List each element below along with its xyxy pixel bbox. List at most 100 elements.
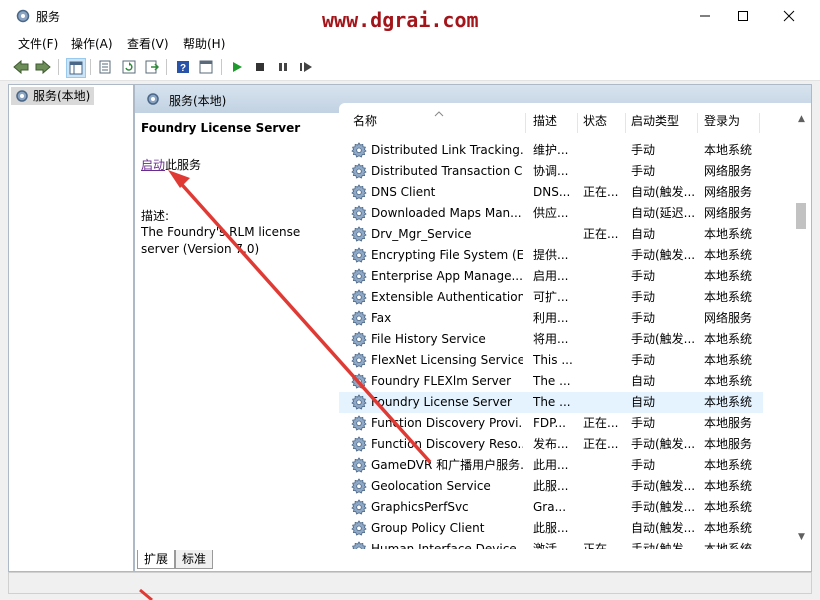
column-header-description[interactable]: 描述 bbox=[533, 103, 557, 129]
table-row[interactable]: FlexNet Licensing Service This ... 手动 本地系统 bbox=[339, 350, 763, 371]
service-logon-as: 本地系统 bbox=[704, 332, 753, 346]
table-row[interactable]: Foundry License Server The ... 自动 本地系统 bbox=[339, 392, 763, 413]
service-description: The ... bbox=[533, 374, 571, 388]
export-icon bbox=[145, 60, 159, 74]
service-description: 提供... bbox=[533, 248, 569, 262]
service-gear-icon bbox=[352, 541, 366, 549]
service-name: Drv_Mgr_Service bbox=[371, 227, 472, 241]
tab-standard[interactable]: 标准 bbox=[175, 550, 214, 569]
service-gear-icon bbox=[351, 373, 367, 389]
column-header-logon-as[interactable]: 登录为 bbox=[704, 103, 740, 129]
service-name: Geolocation Service bbox=[371, 479, 491, 493]
start-service-link[interactable]: 启动 bbox=[141, 158, 165, 172]
service-logon-as: 本地系统 bbox=[704, 395, 753, 409]
table-row[interactable]: Foundry FLEXlm Server The ... 自动 本地系统 bbox=[339, 371, 763, 392]
service-name: Foundry FLEXlm Server bbox=[371, 374, 512, 388]
start-service-button[interactable] bbox=[228, 58, 246, 76]
column-header-status[interactable]: 状态 bbox=[583, 103, 607, 129]
service-name: Distributed Link Tracking... bbox=[371, 143, 523, 157]
description-text: The Foundry's RLM license server (Versio… bbox=[141, 225, 301, 256]
vertical-scrollbar[interactable]: ▲ ▼ bbox=[793, 111, 810, 549]
table-row[interactable]: GameDVR 和广播用户服务... 此用... 手动 本地系统 bbox=[339, 455, 763, 476]
play-icon bbox=[233, 62, 242, 72]
service-gear-icon bbox=[351, 331, 367, 347]
menu-help[interactable]: 帮助(H) bbox=[183, 35, 225, 52]
service-name: Fax bbox=[371, 311, 392, 325]
console-view-icon bbox=[199, 60, 213, 74]
service-name: Enterprise App Manage... bbox=[371, 269, 523, 283]
service-name: Human Interface Device... bbox=[371, 542, 523, 549]
service-description: 利用... bbox=[533, 311, 569, 325]
properties-button[interactable] bbox=[96, 58, 114, 76]
table-row[interactable]: Encrypting File System (E... 提供... 手动(触发..… bbox=[339, 245, 763, 266]
service-status: 正在... bbox=[583, 227, 619, 241]
main-panel: 服务(本地) Foundry License Server 启动此服务 描述: … bbox=[134, 84, 812, 572]
scrollbar-thumb[interactable] bbox=[796, 203, 806, 229]
table-row[interactable]: GraphicsPerfSvc Gra... 手动(触发... 本地系统 bbox=[339, 497, 763, 518]
service-startup-type: 手动 bbox=[631, 416, 656, 430]
table-row[interactable]: Group Policy Client 此服... 自动(触发... 本地系统 bbox=[339, 518, 763, 539]
tab-extended[interactable]: 扩展 bbox=[137, 550, 176, 569]
table-row[interactable]: Function Discovery Reso... 发布... 正在... 手动(触… bbox=[339, 434, 763, 455]
console-view-button[interactable] bbox=[197, 58, 215, 76]
close-button[interactable] bbox=[766, 0, 812, 32]
service-status: 正在... bbox=[583, 437, 619, 451]
table-row[interactable]: Function Discovery Provi... FDP... 正在... 手动… bbox=[339, 413, 763, 434]
service-status: 正在... bbox=[583, 185, 619, 199]
table-row[interactable]: Distributed Transaction C... 协调... 手动 网络服务 bbox=[339, 161, 763, 182]
scroll-up-icon[interactable]: ▲ bbox=[793, 111, 810, 128]
svg-text:?: ? bbox=[180, 63, 186, 74]
service-description: Gra... bbox=[533, 500, 567, 514]
table-row[interactable]: Geolocation Service 此服... 手动(触发... 本地系统 bbox=[339, 476, 763, 497]
help-button[interactable]: ? bbox=[174, 58, 192, 76]
service-name: Downloaded Maps Man... bbox=[371, 206, 522, 220]
service-startup-type: 自动(触发... bbox=[631, 185, 695, 199]
menu-file[interactable]: 文件(F) bbox=[18, 35, 58, 52]
column-header-name[interactable]: 名称 bbox=[353, 103, 377, 129]
service-gear-icon bbox=[351, 184, 367, 200]
table-row[interactable]: Enterprise App Manage... 启用... 手动 本地系统 bbox=[339, 266, 763, 287]
column-header-startup-type[interactable]: 启动类型 bbox=[631, 103, 679, 129]
stop-service-button[interactable] bbox=[251, 58, 269, 76]
toolbar-separator bbox=[166, 59, 167, 75]
table-row[interactable]: Extensible Authentication... 可扩... 手动 本地系统 bbox=[339, 287, 763, 308]
service-description: 此服... bbox=[533, 521, 569, 535]
table-row[interactable]: Human Interface Device... 激活... 正在... 手动(触发… bbox=[339, 539, 763, 549]
panel-header-title: 服务(本地) bbox=[169, 94, 227, 108]
scroll-down-icon[interactable]: ▼ bbox=[793, 529, 810, 546]
service-name: GameDVR 和广播用户服务... bbox=[371, 458, 523, 472]
service-description: The ... bbox=[533, 395, 571, 409]
service-logon-as: 本地系统 bbox=[704, 248, 753, 262]
column-divider bbox=[697, 113, 698, 133]
table-row[interactable]: DNS Client DNS... 正在... 自动(触发... 网络服务 bbox=[339, 182, 763, 203]
refresh-button[interactable] bbox=[120, 58, 138, 76]
service-description: 启用... bbox=[533, 269, 569, 283]
service-logon-as: 网络服务 bbox=[704, 164, 753, 178]
menu-action[interactable]: 操作(A) bbox=[71, 35, 113, 52]
service-name: Extensible Authentication... bbox=[371, 290, 523, 304]
service-name: Foundry License Server bbox=[371, 395, 512, 409]
table-row[interactable]: File History Service 将用... 手动(触发... 本地系统 bbox=[339, 329, 763, 350]
toolbar-separator bbox=[221, 59, 222, 75]
service-startup-type: 手动 bbox=[631, 164, 656, 178]
tree-node-services-local[interactable]: 服务(本地) bbox=[11, 87, 95, 105]
back-button[interactable] bbox=[12, 58, 30, 76]
forward-button[interactable] bbox=[34, 58, 52, 76]
table-row[interactable]: Fax 利用... 手动 网络服务 bbox=[339, 308, 763, 329]
show-console-tree-button[interactable] bbox=[66, 58, 86, 78]
restart-service-button[interactable] bbox=[297, 58, 315, 76]
menu-view[interactable]: 查看(V) bbox=[127, 35, 169, 52]
pause-service-button[interactable] bbox=[274, 58, 292, 76]
service-logon-as: 本地系统 bbox=[704, 269, 753, 283]
service-logon-as: 本地系统 bbox=[704, 479, 753, 493]
stop-icon bbox=[256, 63, 264, 71]
service-description: 供应... bbox=[533, 206, 569, 220]
toolbar-separator bbox=[58, 59, 59, 75]
export-list-button[interactable] bbox=[143, 58, 161, 76]
table-row[interactable]: Downloaded Maps Man... 供应... 自动(延迟... 网络服务 bbox=[339, 203, 763, 224]
maximize-button[interactable] bbox=[720, 0, 766, 32]
table-row[interactable]: Drv_Mgr_Service 正在... 自动 本地系统 bbox=[339, 224, 763, 245]
table-row[interactable]: Distributed Link Tracking... 维护... 手动 本地系统 bbox=[339, 140, 763, 161]
service-logon-as: 本地系统 bbox=[704, 353, 753, 367]
view-tabs: 扩展 标准 bbox=[135, 550, 811, 570]
